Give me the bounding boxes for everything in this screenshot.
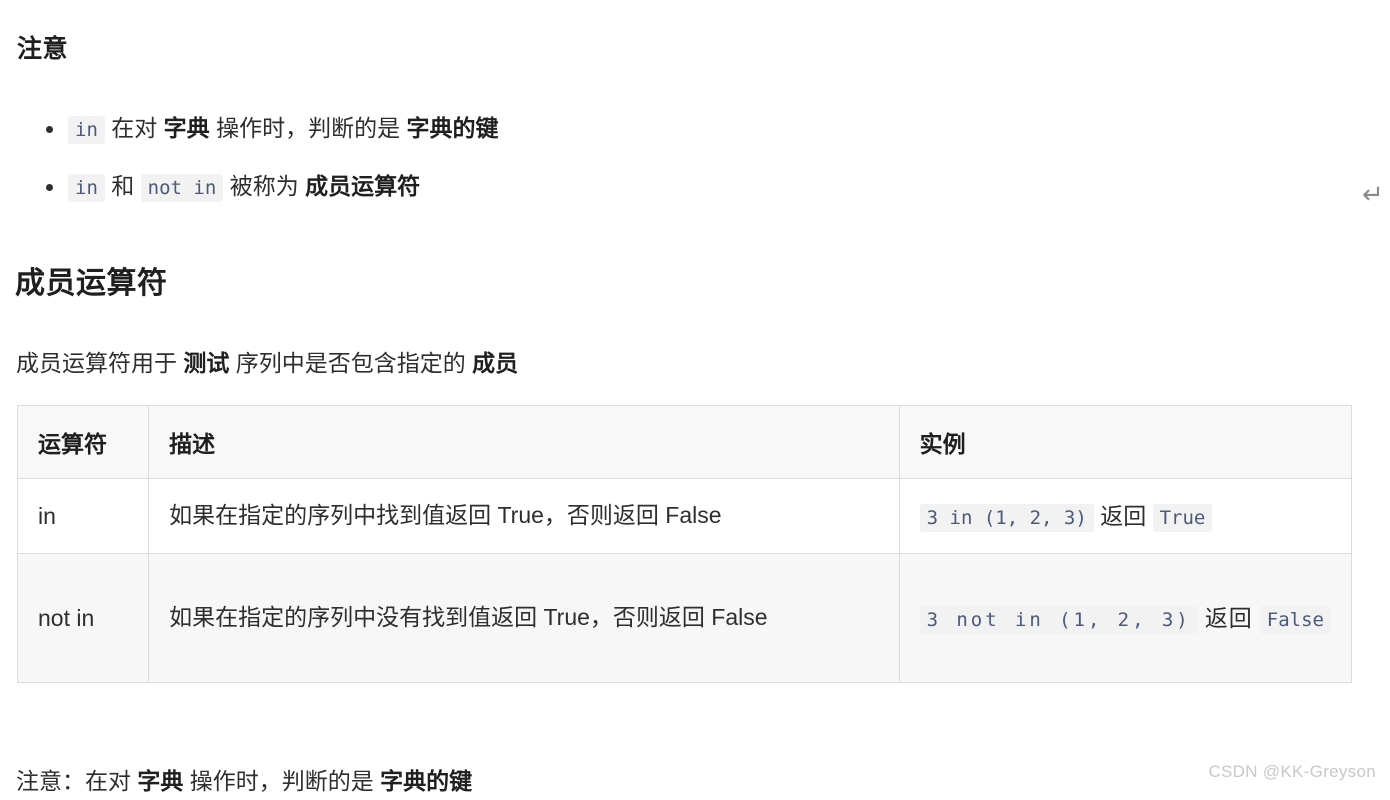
bullet-strong-dict-key: 字典的键 (406, 115, 499, 141)
example-result: True (1152, 504, 1213, 532)
cell-example: 3 not in (1, 2, 3) 返回 False (898, 553, 1353, 683)
note-bullet-list: in 在对 字典 操作时，判断的是 字典的键 in 和 not in 被称为 成… (16, 100, 1316, 216)
bullet-text: 和 (111, 173, 135, 199)
example-connector: 返回 (1204, 604, 1253, 631)
example-code: 3 not in (1, 2, 3) (919, 605, 1198, 634)
footnote-strong-dict-key: 字典的键 (380, 768, 473, 794)
cell-example: 3 in (1, 2, 3) 返回 True (898, 478, 1353, 554)
table-header: 运算符 描述 实例 (16, 405, 1353, 479)
bullet-text-2: 操作时，判断的是 (216, 115, 401, 141)
bullet-text: 在对 (111, 115, 158, 141)
example-code: 3 in (1, 2, 3) (919, 504, 1094, 532)
inline-code-in: in (68, 116, 105, 144)
table-body: in 如果在指定的序列中找到值返回 True，否则返回 False 3 in (… (16, 478, 1353, 683)
section-heading: 成员运算符 (15, 266, 168, 300)
example-connector: 返回 (1100, 503, 1147, 529)
table-row: not in 如果在指定的序列中没有找到值返回 True，否则返回 False … (16, 553, 1353, 683)
footnote-text-2: 操作时，判断的是 (189, 768, 374, 794)
note-heading: 注意 (17, 34, 69, 63)
list-item: in 和 not in 被称为 成员运算符 (16, 158, 1316, 216)
watermark: CSDN @KK-Greyson (1208, 762, 1376, 781)
intro-strong-test: 测试 (183, 350, 230, 376)
table-row: in 如果在指定的序列中找到值返回 True，否则返回 False 3 in (… (16, 478, 1353, 554)
document-page: 注意 in 在对 字典 操作时，判断的是 字典的键 in 和 not in 被称… (0, 0, 1390, 794)
intro-strong-member: 成员 (472, 350, 519, 376)
membership-operators-table: 运算符 描述 实例 in 如果在指定的序列中找到值返回 True，否则返回 Fa… (16, 405, 1353, 683)
inline-code-not-in: not in (140, 174, 224, 202)
intro-paragraph: 成员运算符用于 测试 序列中是否包含指定的 成员 (16, 345, 518, 382)
column-header-description: 描述 (148, 405, 900, 479)
example-result: False (1259, 605, 1331, 634)
cell-operator: in (16, 478, 150, 554)
footnote-text-1: 注意：在对 (16, 768, 131, 794)
column-header-example: 实例 (898, 405, 1353, 479)
cell-description: 如果在指定的序列中找到值返回 True，否则返回 False (148, 478, 900, 554)
list-item: in 在对 字典 操作时，判断的是 字典的键 (16, 100, 1316, 158)
return-arrow-icon: ↵ (1362, 180, 1384, 210)
cell-description: 如果在指定的序列中没有找到值返回 True，否则返回 False (148, 553, 900, 683)
cell-operator: not in (16, 553, 150, 683)
table-header-row: 运算符 描述 实例 (16, 405, 1353, 479)
footnote-paragraph: 注意：在对 字典 操作时，判断的是 字典的键 (16, 763, 472, 800)
intro-text-2: 序列中是否包含指定的 (235, 350, 466, 376)
bullet-strong-dict: 字典 (163, 115, 210, 141)
intro-text-1: 成员运算符用于 (16, 350, 177, 376)
bullet-text-2: 被称为 (229, 173, 299, 199)
bullet-strong-membership-operator: 成员运算符 (305, 173, 421, 199)
inline-code-in: in (68, 174, 105, 202)
column-header-operator: 运算符 (16, 405, 150, 479)
footnote-strong-dict: 字典 (137, 768, 184, 794)
